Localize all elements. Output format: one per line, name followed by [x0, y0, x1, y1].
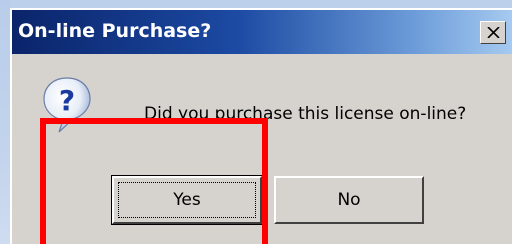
svg-text:?: ? — [59, 84, 75, 117]
desktop-background-top — [0, 0, 512, 8]
screen: On-line Purchase? ? Did you purchase thi… — [0, 0, 512, 244]
dialog-title: On-line Purchase? — [18, 20, 212, 42]
no-button[interactable]: No — [274, 176, 424, 224]
close-button[interactable] — [480, 21, 506, 44]
focus-rectangle — [118, 182, 256, 218]
title-bar[interactable]: On-line Purchase? — [12, 10, 512, 54]
desktop-background-left — [0, 0, 10, 244]
yes-button[interactable]: Yes — [111, 175, 263, 225]
dialog-message: Did you purchase this license on-line? — [144, 104, 467, 124]
close-icon — [487, 27, 500, 38]
purchase-dialog: On-line Purchase? ? Did you purchase thi… — [10, 8, 512, 244]
question-icon: ? — [43, 77, 91, 133]
no-button-label: No — [337, 190, 361, 210]
